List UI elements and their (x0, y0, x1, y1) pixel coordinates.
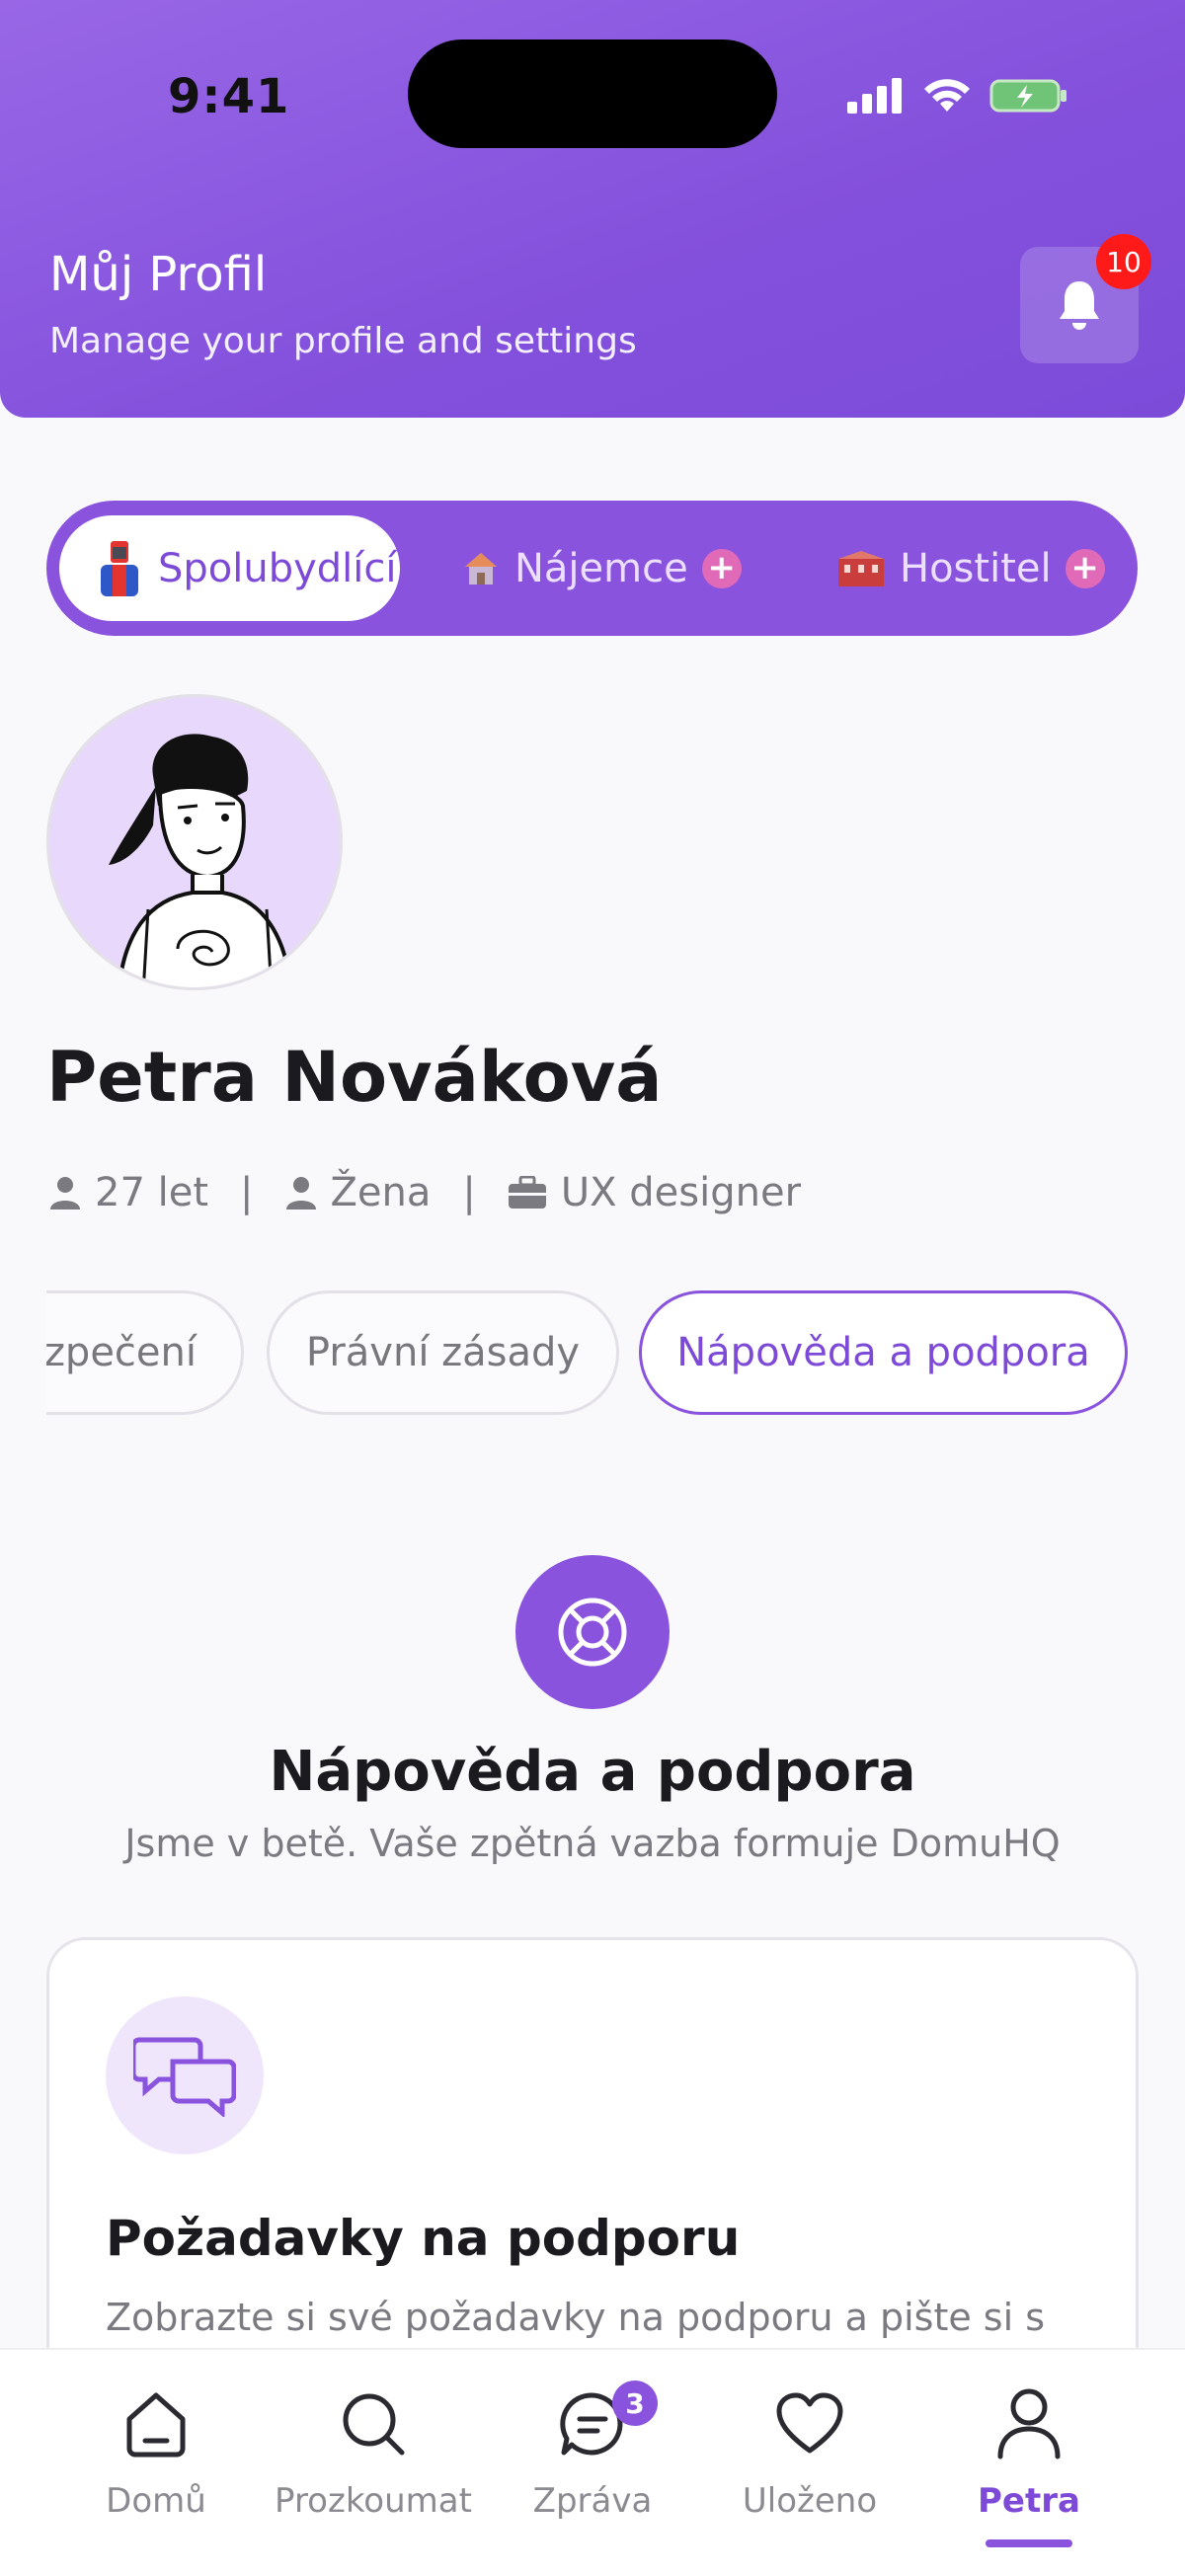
help-title: Nápověda a podpora (269, 1740, 916, 1804)
chat-glyph (133, 2037, 236, 2117)
lifebuoy-glyph (558, 1598, 627, 1667)
search-icon (343, 2393, 405, 2456)
profile-gender: Žena (330, 1170, 432, 1215)
active-nav-indicator (986, 2539, 1072, 2547)
nav-label: Petra (978, 2481, 1080, 2521)
dynamic-island (408, 39, 777, 148)
role-tab-roommate[interactable]: Spolubydlící (59, 515, 400, 621)
nav-messages[interactable]: 3 Zpráva (484, 2381, 701, 2552)
section-chips: ezpečení Právní zásady Nápověda a podpor… (46, 1290, 1139, 1415)
role-tab-label: Spolubydlící (158, 545, 397, 591)
card-title: Požadavky na podporu (106, 2210, 741, 2267)
role-tab-host[interactable]: Hostitel + (836, 515, 1105, 621)
role-tab-label: Hostitel (900, 545, 1052, 591)
bottom-nav: Domů Prozkoumat 3 Zpráva Uloženo Petra (0, 2348, 1185, 2576)
profile-name: Petra Nováková (46, 1037, 663, 1118)
user-icon (997, 2388, 1061, 2459)
nav-label: Prozkoumat (275, 2481, 472, 2521)
page-subtitle: Manage your profile and settings (49, 321, 637, 361)
chat-bubbles-icon (106, 1996, 264, 2154)
header: 9:41 Můj Profil Manage your profile and … (0, 0, 1185, 418)
message-badge: 3 (612, 2381, 658, 2426)
plus-icon: + (701, 548, 742, 588)
page-title: Můj Profil (49, 247, 268, 302)
person-icon (50, 1177, 80, 1210)
help-subtitle: Jsme v betě. Vaše zpětná vazba formuje D… (124, 1822, 1061, 1865)
separator: | (240, 1170, 254, 1215)
bell-icon (1060, 281, 1099, 330)
chip-label: ezpečení (46, 1330, 197, 1375)
card-description: Zobrazte si své požadavky na podporu a p… (106, 2296, 1046, 2339)
lifebuoy-icon (515, 1555, 670, 1709)
profile-meta: 27 let | Žena | UX designer (49, 1170, 801, 1215)
nav-saved[interactable]: Uloženo (701, 2384, 918, 2552)
chip-help-support[interactable]: Nápověda a podpora (639, 1290, 1128, 1415)
house-icon (465, 552, 497, 585)
roommate-icon (101, 540, 138, 596)
home-icon (126, 2392, 186, 2458)
avatar-illustration (109, 734, 293, 987)
nav-label: Zpráva (532, 2481, 653, 2521)
signal-icon (847, 78, 902, 114)
plus-icon: + (1065, 548, 1105, 588)
building-icon (838, 550, 884, 586)
nav-label: Uloženo (742, 2481, 878, 2521)
battery-icon (989, 79, 1066, 113)
chip-legal[interactable]: Právní zásady (267, 1290, 619, 1415)
chip-label: Právní zásady (305, 1330, 581, 1375)
role-switcher: Spolubydlící Nájemce + Hostitel + (46, 501, 1138, 636)
chip-label: Nápověda a podpora (676, 1330, 1090, 1375)
nav-profile[interactable]: Petra (920, 2384, 1138, 2552)
role-tab-label: Nájemce (514, 545, 688, 591)
nav-home[interactable]: Domů (47, 2384, 265, 2552)
notification-badge: 10 (1096, 234, 1151, 289)
status-time: 9:41 (168, 69, 290, 124)
chip-security[interactable]: ezpečení (46, 1290, 244, 1415)
profile-age: 27 let (95, 1170, 209, 1215)
separator: | (462, 1170, 476, 1215)
avatar[interactable] (46, 694, 343, 990)
status-icons (847, 71, 1068, 120)
role-tab-tenant[interactable]: Nájemce + (461, 515, 742, 621)
nav-explore[interactable]: Prozkoumat (265, 2384, 482, 2552)
wifi-icon (924, 79, 970, 112)
person-icon (285, 1177, 316, 1210)
heart-icon (776, 2392, 843, 2454)
briefcase-icon (508, 1176, 546, 1209)
nav-label: Domů (106, 2481, 206, 2521)
profile-screen: 9:41 Můj Profil Manage your profile and … (0, 0, 1185, 2576)
profile-occupation: UX designer (560, 1170, 802, 1215)
